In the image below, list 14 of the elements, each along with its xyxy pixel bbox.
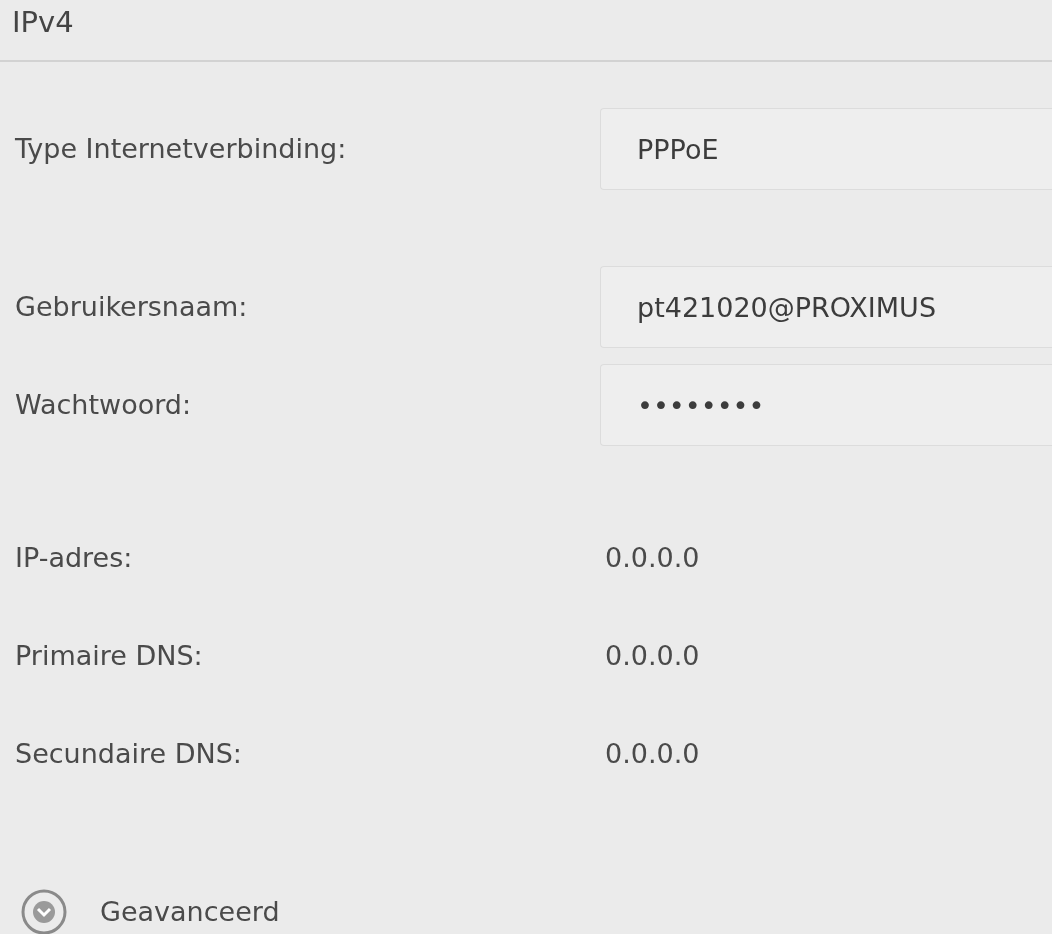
advanced-toggle[interactable]: Geavanceerd [100,891,280,933]
field-label: Type Internetverbinding: [14,131,348,166]
info-value: 0.0.0.0 [604,638,700,673]
info-label: IP-adres: [14,540,134,575]
field-label: Wachtwoord: [14,387,193,422]
info-value: 0.0.0.0 [604,540,700,575]
input-field[interactable]: PPPoE [600,108,1052,190]
input-field[interactable]: pt421020@PROXIMUS [600,266,1052,348]
info-label: Primaire DNS: [14,638,204,673]
input-field[interactable]: •••••••• [600,364,1052,446]
field-label: Gebruikersnaam: [14,289,249,324]
section-title: IPv4 [12,5,74,39]
info-label: Secundaire DNS: [14,736,243,771]
info-value: 0.0.0.0 [604,736,700,771]
